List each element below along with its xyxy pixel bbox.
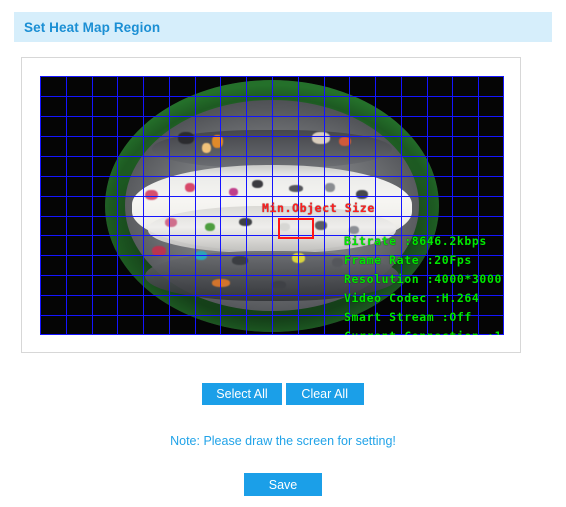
scene-object [205,223,216,232]
scene-object [338,137,351,147]
clear-all-button[interactable]: Clear All [285,383,364,405]
save-button[interactable]: Save [244,473,322,496]
fisheye-dome [105,79,439,332]
scene-object [185,182,196,192]
scene-object [238,218,252,227]
scene-object [151,245,166,256]
scene-object [251,180,263,189]
scene-object [332,258,344,268]
scene-object [201,142,211,153]
camera-scene [40,76,504,335]
instruction-note: Note: Please draw the screen for setting… [170,434,396,448]
scene-object [355,190,368,200]
scene-object [231,255,248,265]
panel-header: Set Heat Map Region [14,12,552,42]
video-canvas[interactable]: Min.Object Size Bitrate :8646.2kbps Fram… [40,76,504,335]
scene-object [272,281,286,290]
select-all-button[interactable]: Select All [202,383,282,405]
region-action-buttons: Select All Clear All [0,383,566,405]
scene-object [292,253,306,264]
scene-object [288,185,303,193]
scene-object [228,187,238,196]
page-title: Set Heat Map Region [24,19,161,35]
scene-object [145,190,159,201]
scene-object [312,132,331,145]
scene-object [211,134,223,148]
video-panel-frame: Min.Object Size Bitrate :8646.2kbps Fram… [21,57,521,353]
scene-object [165,218,178,228]
scene-object [315,220,328,230]
scene-object [211,278,230,287]
scene-object [195,250,208,260]
scene-object [348,225,359,234]
scene-object [278,223,290,232]
scene-object [178,132,195,145]
save-button-row: Save [0,473,566,496]
dome-lower-band [145,250,399,302]
